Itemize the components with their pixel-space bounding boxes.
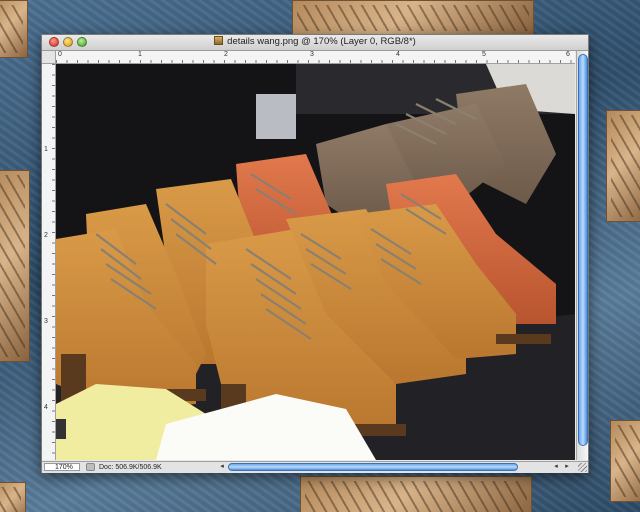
status-bar: 170% Doc: 506.9K/506.9K ◂ ◂ ▸ xyxy=(42,461,588,473)
desktop-image-left[interactable] xyxy=(0,170,30,362)
vertical-ruler[interactable]: 1 2 3 4 xyxy=(42,64,56,460)
document-size-info[interactable]: Doc: 506.9K/506.9K xyxy=(99,462,162,473)
ruler-top-label: 5 xyxy=(482,51,486,58)
shoe-photo xyxy=(56,64,575,460)
ruler-left-label: 2 xyxy=(44,232,48,239)
desktop-image-right[interactable] xyxy=(606,110,640,222)
desktop-image-top-center[interactable] xyxy=(292,0,534,36)
ruler-left-label: 3 xyxy=(44,318,48,325)
ruler-top-label: 4 xyxy=(396,51,400,58)
desktop-image-bottom-left[interactable] xyxy=(0,482,26,512)
vertical-scroll-thumb[interactable] xyxy=(578,54,588,446)
ruler-left-label: 4 xyxy=(44,404,48,411)
scroll-left-arrow-icon[interactable]: ◂ xyxy=(218,463,226,471)
png-file-icon xyxy=(214,36,224,45)
ruler-top-label: 6 xyxy=(566,51,570,58)
scroll-left-arrow-icon[interactable]: ◂ xyxy=(552,463,560,471)
ruler-left-label: 1 xyxy=(44,146,48,153)
desktop-image-right-bottom[interactable] xyxy=(610,420,640,502)
ruler-origin[interactable] xyxy=(42,51,56,64)
title-bar[interactable]: details wang.png @ 170% (Layer 0, RGB/8*… xyxy=(42,35,588,51)
photoshop-document-window[interactable]: details wang.png @ 170% (Layer 0, RGB/8*… xyxy=(41,34,589,473)
image-canvas[interactable] xyxy=(56,64,575,460)
ruler-top-label: 1 xyxy=(138,51,142,58)
ruler-top-label: 3 xyxy=(310,51,314,58)
scroll-right-arrow-icon[interactable]: ▸ xyxy=(563,463,571,471)
desktop-image-bottom[interactable] xyxy=(300,476,532,512)
zoom-level-field[interactable]: 170% xyxy=(44,463,80,471)
window-title: details wang.png @ 170% (Layer 0, RGB/8*… xyxy=(42,36,588,47)
ruler-top-label: 2 xyxy=(224,51,228,58)
desktop-image-top-left[interactable] xyxy=(0,0,28,58)
resize-grip-icon[interactable] xyxy=(578,463,587,472)
horizontal-ruler[interactable]: 0 1 2 3 4 5 6 xyxy=(56,51,575,64)
horizontal-scroll-thumb[interactable] xyxy=(228,463,518,471)
status-menu-icon[interactable] xyxy=(86,463,95,471)
vertical-scrollbar[interactable] xyxy=(576,51,588,460)
ruler-top-label: 0 xyxy=(58,51,62,58)
